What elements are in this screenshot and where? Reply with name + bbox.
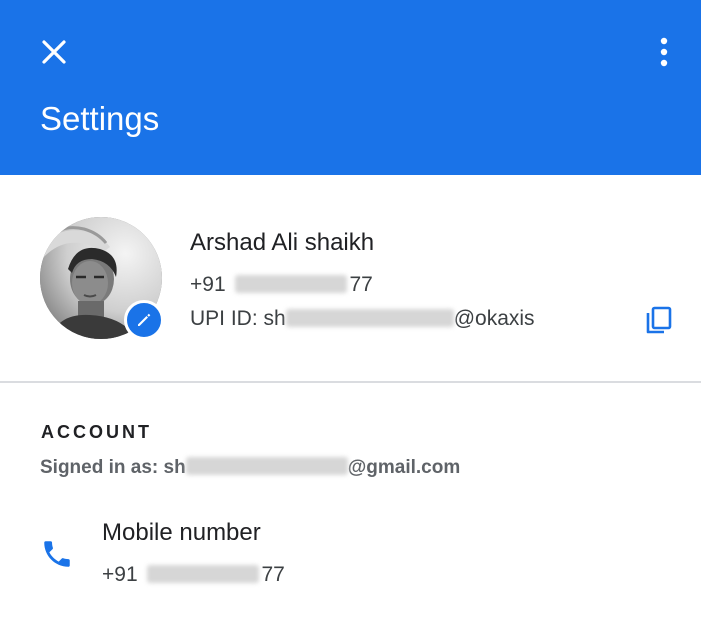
close-icon[interactable] [36, 34, 72, 70]
more-vert-icon[interactable] [648, 34, 680, 70]
profile-upi: UPI ID: sh @okaxis [190, 305, 535, 333]
phone-icon [40, 537, 74, 571]
email-domain: @gmail.com [347, 457, 461, 478]
account-heading: ACCOUNT [41, 422, 152, 442]
phone-prefix: +91 [190, 273, 226, 296]
email-start: sh [163, 457, 186, 478]
mobile-prefix: +91 [102, 563, 138, 586]
mobile-number-label: Mobile number [102, 519, 261, 546]
upi-domain: @okaxis [453, 307, 535, 330]
redacted-upi [285, 309, 454, 327]
phone-suffix: 77 [349, 273, 373, 296]
upi-start: sh [263, 307, 286, 330]
app-bar: Settings [0, 0, 701, 175]
copy-icon[interactable] [643, 304, 675, 336]
mobile-suffix: 77 [261, 563, 285, 586]
signed-in-label: Signed in as: [40, 457, 164, 478]
redacted-mobile [147, 565, 260, 583]
page-title: Settings [40, 100, 160, 137]
account-section: ACCOUNT Signed in as: sh @gmail.com Mobil… [0, 383, 701, 626]
upi-label: UPI ID: [190, 307, 264, 330]
edit-pencil-icon [138, 313, 151, 326]
mobile-number-value: +91 77 [102, 561, 285, 589]
edit-photo-button[interactable] [124, 300, 164, 340]
redacted-phone [235, 275, 348, 293]
profile-phone: +91 77 [190, 271, 373, 299]
signed-in-as: Signed in as: sh @gmail.com [40, 455, 460, 481]
profile-card: Arshad Ali shaikh +91 77 UPI ID: sh @okax… [0, 175, 701, 381]
profile-name: Arshad Ali shaikh [190, 229, 375, 256]
redacted-email [185, 457, 348, 475]
